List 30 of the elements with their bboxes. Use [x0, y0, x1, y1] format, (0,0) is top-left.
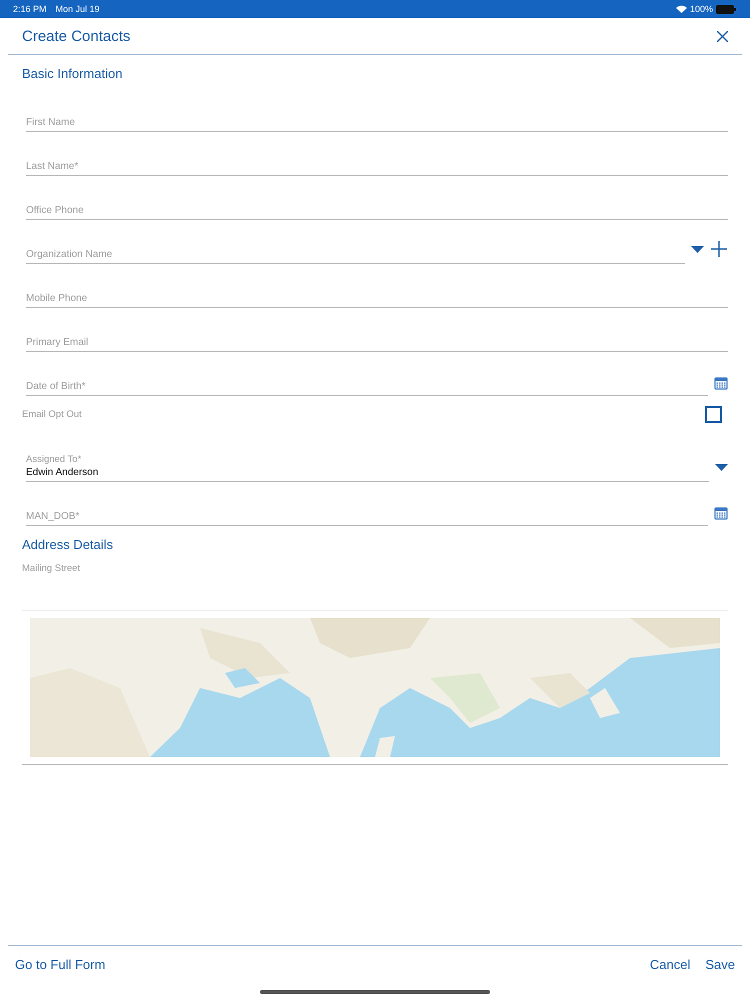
footer-button[interactable]: Cancel — [650, 956, 690, 972]
text-field[interactable]: Last Name* — [26, 161, 728, 172]
field-label: Assigned To* — [26, 454, 82, 465]
status-time: 2:16 PM — [13, 4, 47, 14]
full-form-link[interactable]: Go to Full Form — [15, 956, 106, 972]
plus-icon[interactable] — [710, 240, 728, 258]
caret-icon[interactable] — [691, 246, 704, 254]
status-date: Mon Jul 19 — [56, 4, 100, 14]
text-field[interactable]: First Name — [26, 117, 728, 128]
calendar-icon[interactable] — [714, 376, 728, 390]
battery-level: 100% — [690, 4, 713, 14]
text-field[interactable]: Mobile Phone — [26, 293, 728, 304]
field-label: Email Opt Out — [22, 408, 82, 420]
close-icon[interactable] — [717, 30, 728, 42]
dialog-title: Create Contacts — [22, 28, 130, 44]
date-field[interactable]: Date of Birth* — [26, 381, 708, 392]
text-field[interactable]: Organization Name — [26, 249, 685, 260]
calendar-icon[interactable] — [714, 506, 728, 520]
date-field[interactable]: MAN_DOB* — [26, 511, 708, 522]
caret-icon[interactable] — [715, 464, 728, 472]
text-field[interactable]: Primary Email — [26, 337, 728, 348]
checkbox[interactable] — [705, 406, 722, 422]
wifi-icon — [676, 5, 687, 13]
section-title: Address Details — [22, 536, 114, 554]
section-title: Basic Information — [22, 65, 124, 83]
footer-button[interactable]: Save — [705, 956, 735, 972]
text-field[interactable]: Office Phone — [26, 205, 728, 216]
battery-icon — [716, 4, 736, 14]
field-value: Edwin Anderson — [26, 467, 100, 478]
select-field[interactable]: Assigned To* Edwin Anderson — [26, 432, 709, 482]
